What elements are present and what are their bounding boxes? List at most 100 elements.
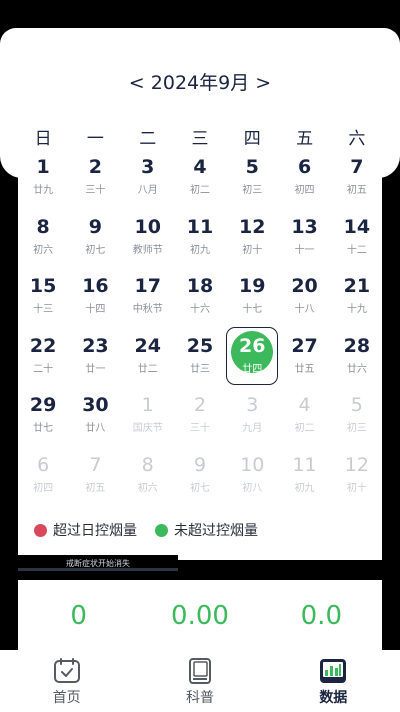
calendar-day[interactable]: 9 初七 <box>174 452 226 512</box>
lunar-date: 初三 <box>242 185 263 196</box>
milestone-banner[interactable]: 戒断症状开始消失 <box>18 555 178 573</box>
lunar-date: 初七 <box>189 482 210 494</box>
lunar-date: 初四 <box>294 185 315 196</box>
tab-data[interactable]: 数据 <box>267 650 400 712</box>
day-number: 5 <box>245 156 259 178</box>
stat-value: 0 <box>70 601 87 631</box>
calendar-day[interactable]: 23 廿一 <box>69 333 121 393</box>
calendar-day[interactable]: 10 教师节 <box>122 214 174 274</box>
calendar-day[interactable]: 22 二十 <box>17 333 69 393</box>
calendar-day[interactable]: 6 初四 <box>278 154 330 214</box>
calendar-day[interactable]: 17 中秋节 <box>122 273 174 333</box>
tab-science[interactable]: 科普 <box>133 650 266 712</box>
day-number: 18 <box>186 275 214 297</box>
calendar-day[interactable]: 7 初五 <box>331 154 383 214</box>
day-number: 24 <box>134 334 161 357</box>
calendar-day[interactable]: 8 初六 <box>17 214 69 274</box>
calendar-day[interactable]: 9 初七 <box>69 214 121 274</box>
calendar-day[interactable]: 18 十六 <box>174 273 226 333</box>
calendar-day[interactable]: 28 廿六 <box>331 333 383 393</box>
day-number: 10 <box>240 453 265 476</box>
lunar-date: 二十 <box>33 363 54 375</box>
calendar-day[interactable]: 19 十七 <box>226 273 278 333</box>
month-navigator: < 2024年9月 > <box>0 68 400 95</box>
legend-under-label: 未超过控烟量 <box>174 523 258 539</box>
lunar-date: 廿五 <box>294 363 315 375</box>
calendar-day[interactable]: 1 国庆节 <box>122 392 174 452</box>
prev-month-button[interactable]: < <box>129 72 145 94</box>
stats-row: 0 0.00 0.0 <box>18 580 382 652</box>
day-number: 2 <box>88 156 103 178</box>
calendar-day[interactable]: 3 八月 <box>122 154 174 214</box>
day-number: 6 <box>37 453 50 476</box>
lunar-date: 初三 <box>346 423 367 434</box>
day-number: 4 <box>298 394 311 416</box>
day-number: 2 <box>193 394 207 416</box>
lunar-date: 廿六 <box>346 363 367 375</box>
lunar-date: 廿八 <box>85 423 106 434</box>
day-number: 16 <box>82 275 109 297</box>
day-number: 23 <box>82 334 109 357</box>
calendar-day[interactable]: 24 廿二 <box>122 333 174 393</box>
lunar-date: 初九 <box>294 482 315 494</box>
stat-value: 0.0 <box>300 601 342 631</box>
calendar-day[interactable]: 15 十三 <box>17 273 69 333</box>
calendar-day[interactable]: 13 十一 <box>278 214 330 274</box>
tab-home[interactable]: 首页 <box>0 650 133 712</box>
calendar-day[interactable]: 1 廿九 <box>17 154 69 214</box>
calendar-day[interactable]: 10 初八 <box>226 452 278 512</box>
day-number: 1 <box>36 156 50 178</box>
weekday-label: 四 <box>243 129 261 149</box>
calendar-day[interactable]: 11 初九 <box>174 214 226 274</box>
day-number: 28 <box>343 334 371 357</box>
calendar-day[interactable]: 12 初十 <box>331 452 383 512</box>
day-number: 26 <box>239 334 266 357</box>
calendar-day[interactable]: 30 廿八 <box>69 392 121 452</box>
calendar-day[interactable]: 2 三十 <box>174 392 226 452</box>
next-month-button[interactable]: > <box>255 72 271 94</box>
day-number: 9 <box>193 453 207 476</box>
day-number: 8 <box>36 215 50 238</box>
lunar-date: 初六 <box>137 482 158 494</box>
day-number: 7 <box>89 453 102 476</box>
tab-science-label: 科普 <box>185 690 214 706</box>
calendar-day[interactable]: 27 廿五 <box>278 333 330 393</box>
calendar-day[interactable]: 21 十九 <box>331 273 383 333</box>
calendar-day[interactable]: 5 初三 <box>226 154 278 214</box>
lunar-date: 初二 <box>189 185 210 196</box>
calendar-day[interactable]: 16 十四 <box>69 273 121 333</box>
lunar-date: 初六 <box>33 244 54 256</box>
lunar-date: 初十 <box>242 244 263 256</box>
lunar-date: 廿一 <box>85 363 106 375</box>
day-number: 11 <box>186 215 214 238</box>
day-number: 6 <box>297 156 312 178</box>
legend-over-label: 超过日控烟量 <box>53 523 137 539</box>
lunar-date: 初八 <box>242 482 263 494</box>
lunar-date: 三十 <box>189 423 210 434</box>
calendar-day[interactable]: 29 廿七 <box>17 392 69 452</box>
calendar-day[interactable]: 5 初三 <box>331 392 383 452</box>
calendar-day[interactable]: 25 廿三 <box>174 333 226 393</box>
legend: 超过日控烟量 未超过控烟量 <box>34 520 258 540</box>
lunar-date: 廿三 <box>189 363 210 375</box>
chart-icon <box>320 659 347 683</box>
calendar-day[interactable]: 4 初二 <box>174 154 226 214</box>
lunar-date: 廿九 <box>33 185 54 196</box>
lunar-date: 教师节 <box>132 244 163 256</box>
weekday-header: 日 一 二 三 四 五 六 <box>17 124 383 149</box>
calendar-day[interactable]: 2 三十 <box>69 154 121 214</box>
calendar-day[interactable]: 12 初十 <box>226 214 278 274</box>
calendar-day[interactable]: 7 初五 <box>69 452 121 512</box>
calendar-day[interactable]: 20 十八 <box>278 273 330 333</box>
lunar-date: 十一 <box>294 244 315 256</box>
calendar-day-selected[interactable]: 26 廿四 <box>226 326 279 393</box>
lunar-date: 廿四 <box>242 363 263 375</box>
calendar-day[interactable]: 11 初九 <box>278 452 330 512</box>
day-number: 12 <box>239 215 266 238</box>
calendar-day[interactable]: 4 初二 <box>278 392 330 452</box>
calendar-day[interactable]: 14 十二 <box>331 214 383 274</box>
calendar-day[interactable]: 3 九月 <box>226 392 278 452</box>
calendar-day[interactable]: 8 初六 <box>122 452 174 512</box>
calendar-day[interactable]: 6 初四 <box>17 452 69 512</box>
day-number: 29 <box>29 394 57 416</box>
